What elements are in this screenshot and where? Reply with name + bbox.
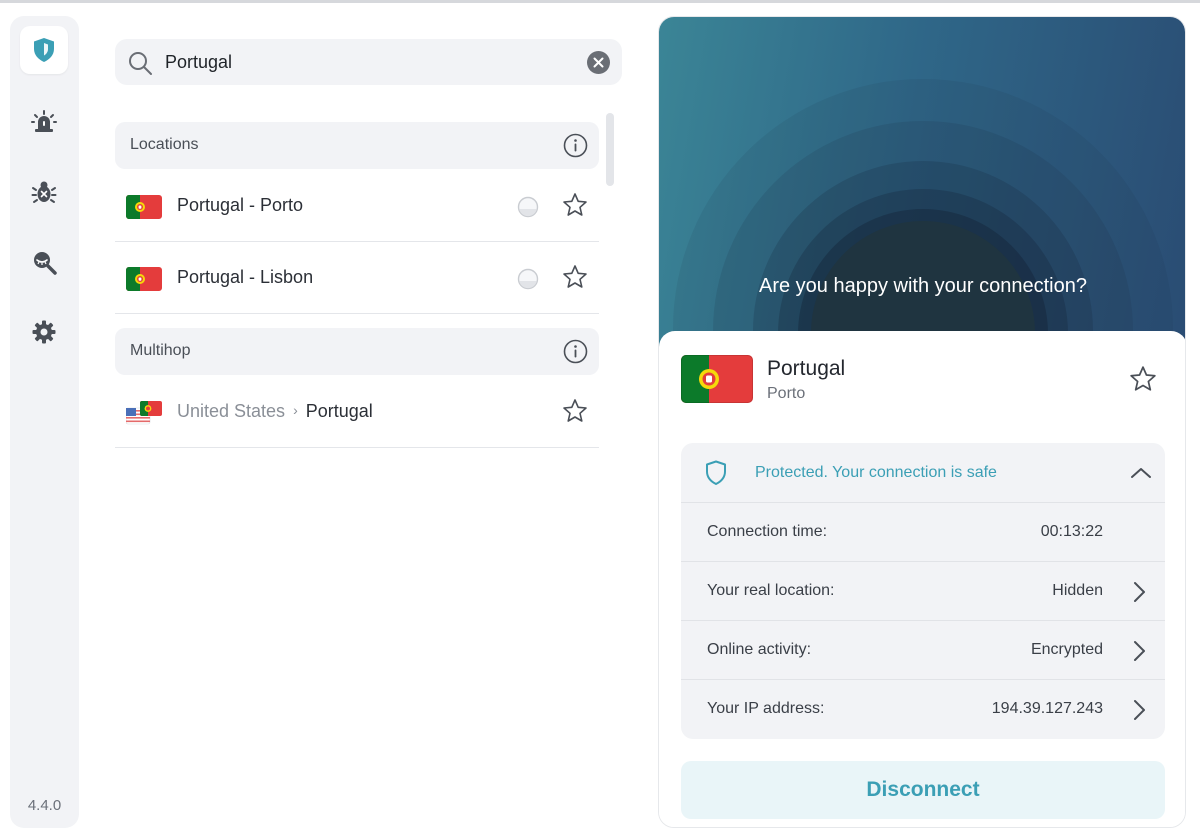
shield-outline-icon [706,460,726,485]
window-top-border [0,0,1200,3]
connection-panel: Are you happy with your connection? Port… [658,16,1186,828]
connected-country: Portugal [767,357,846,380]
locations-section-header: Locations [115,122,599,169]
portugal-flag-icon [126,195,162,219]
sidebar: 4.4.0 [10,16,79,828]
chevron-right-icon: › [293,402,298,418]
multihop-section-header: Multihop [115,328,599,375]
favorite-star-icon[interactable] [562,192,588,218]
multihop-route: United States › Portugal [177,401,373,422]
portugal-flag-icon [126,267,162,291]
list-item[interactable]: Portugal - Porto [115,170,599,242]
favorite-star-icon[interactable] [562,264,588,290]
feedback-question[interactable]: Are you happy with your connection? [659,273,1185,300]
location-name: Portugal - Porto [177,195,304,215]
close-icon [593,57,604,68]
detail-real-location[interactable]: Your real location: Hidden [681,562,1165,621]
sidebar-item-vpn[interactable] [20,26,68,74]
favorite-star-icon[interactable] [562,398,588,424]
detail-connection-time: Connection time: 00:13:22 [681,503,1165,562]
detail-label: Online activity: [707,641,812,658]
multihop-to: Portugal [305,401,373,421]
detail-value: Hidden [1052,582,1103,599]
search-input[interactable] [165,47,565,77]
server-load-icon [517,196,539,218]
server-load-icon [517,268,539,290]
detail-ip-address[interactable]: Your IP address: 194.39.127.243 [681,680,1165,739]
chevron-right-icon [1134,582,1145,602]
shield-icon [34,38,54,62]
info-icon[interactable] [563,339,588,364]
detail-value: 00:13:22 [1040,523,1103,540]
detail-value: 194.39.127.243 [991,700,1103,717]
gear-icon [32,320,56,344]
list-item[interactable]: Portugal - Lisbon [115,242,599,314]
connection-hero: Are you happy with your connection? [659,17,1185,347]
sidebar-item-settings[interactable] [20,308,68,356]
connected-city: Porto [767,385,806,402]
locations-header-label: Locations [130,136,199,153]
alarm-icon [31,110,57,132]
status-text: Protected. Your connection is safe [755,464,997,481]
connection-status-box: Protected. Your connection is safe Conne… [681,443,1165,739]
app-version: 4.4.0 [27,797,62,814]
bug-icon [31,181,57,203]
detail-label: Connection time: [707,523,828,540]
status-header[interactable]: Protected. Your connection is safe [681,443,1165,503]
favorite-star-icon[interactable] [1129,365,1157,393]
info-icon[interactable] [563,133,588,158]
multihop-header-label: Multihop [130,342,191,359]
multihop-from: United States [177,401,286,421]
sidebar-item-privacy-scan[interactable] [20,238,68,286]
portugal-flag-icon [681,355,753,403]
detail-label: Your IP address: [707,700,825,717]
sidebar-item-antivirus[interactable] [20,168,68,216]
sidebar-item-alerts[interactable] [20,98,68,146]
detail-value: Encrypted [1030,641,1103,658]
multihop-list-item[interactable]: United States › Portugal [115,376,599,448]
multihop-flags-icon [126,401,162,425]
detail-online-activity[interactable]: Online activity: Encrypted [681,621,1165,680]
location-name: Portugal - Lisbon [177,267,314,287]
list-scrollbar[interactable] [606,113,614,186]
detail-label: Your real location: [707,582,835,599]
search-bar [115,39,622,85]
chevron-right-icon [1134,641,1145,661]
chevron-up-icon[interactable] [1129,461,1153,485]
search-eye-icon [34,252,57,275]
search-icon [129,52,152,75]
disconnect-button[interactable]: Disconnect [681,761,1165,819]
connection-card: Portugal Porto Protected. Your connectio… [659,331,1185,827]
chevron-right-icon [1134,700,1145,720]
clear-search-button[interactable] [587,51,610,74]
